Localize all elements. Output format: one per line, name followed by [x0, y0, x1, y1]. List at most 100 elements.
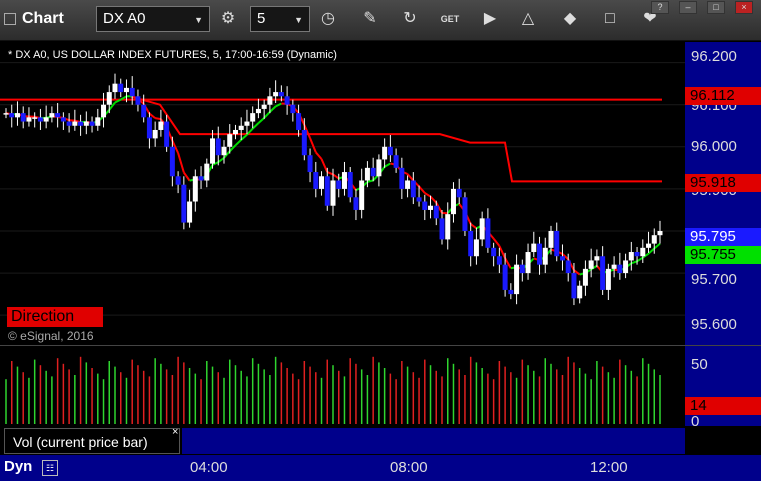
candle-body [101, 104, 107, 118]
candle-body [227, 134, 233, 147]
candle-body [192, 176, 198, 202]
volume-legend[interactable]: Vol (current price bar) [4, 428, 180, 454]
candle-body [646, 243, 652, 248]
candle-body [640, 247, 646, 257]
candle-body [267, 96, 273, 105]
candle-body [210, 138, 216, 164]
candle-body [181, 184, 187, 223]
get-icon[interactable]: GET [436, 6, 464, 32]
chevron-down-icon[interactable]: ▼ [294, 15, 303, 25]
candle-body [152, 129, 158, 139]
moving-average-segment [183, 171, 191, 182]
candle-body [347, 172, 353, 198]
candle-body [468, 230, 474, 257]
price-badge: 95.755 [685, 246, 761, 264]
candle-body [261, 104, 267, 109]
candle-body [301, 129, 307, 156]
candle-body [565, 260, 571, 274]
refresh-icon[interactable]: ↻ [396, 6, 424, 32]
candle-body [387, 146, 393, 156]
chart-window-icon [4, 12, 16, 25]
candle-body [479, 218, 485, 240]
chat-icon[interactable]: □ [596, 6, 624, 32]
interval-combobox[interactable]: 5 ▼ [250, 6, 310, 32]
moving-average-segment [177, 152, 185, 173]
candle-body [508, 289, 514, 295]
dynamic-mode-button[interactable]: Dyn [4, 458, 32, 475]
candle-body [651, 235, 657, 244]
moving-average-segment [470, 223, 478, 230]
pencil-icon[interactable]: ✎ [356, 6, 384, 32]
moving-average-segment [636, 256, 644, 263]
candle-body [20, 113, 26, 122]
candle-body [473, 239, 479, 257]
moving-average-segment [630, 260, 638, 265]
copyright: © eSignal, 2016 [8, 329, 94, 343]
moving-average-segment [367, 179, 374, 183]
candle-body [399, 167, 405, 189]
candle-body [278, 92, 284, 97]
candle-body [112, 83, 118, 93]
help-window-button[interactable]: ? [651, 1, 669, 14]
candle-body [353, 197, 359, 210]
moving-average-segment [234, 139, 242, 147]
chart-header: * DX A0, US DOLLAR INDEX FUTURES, 5, 17:… [8, 49, 337, 61]
moving-average-segment [492, 238, 501, 247]
candle-body [376, 159, 382, 177]
moving-average-segment [406, 173, 415, 182]
candle-body [37, 117, 43, 122]
interval-icon[interactable]: ◷ [314, 6, 342, 32]
symbol-combobox[interactable]: DX A0 ▼ [96, 6, 210, 32]
candle-body [514, 264, 520, 295]
volume-tick: 0 [691, 413, 700, 430]
price-badge: 95.795 [685, 228, 761, 246]
direction-label: Direction [7, 307, 103, 327]
candle-body [433, 205, 439, 219]
candle-body [485, 218, 491, 248]
price-tick: 95.700 [691, 271, 737, 288]
minimize-window-button[interactable]: – [679, 1, 697, 14]
candle-body [106, 92, 112, 105]
candle-body [123, 87, 129, 93]
time-tick: 04:00 [190, 459, 228, 476]
moving-average-segment [653, 242, 661, 250]
volume-scale[interactable]: 50 0 14 [685, 346, 761, 430]
moving-average-segment [154, 117, 162, 121]
price-scale[interactable]: 96.200 96.100 96.000 95.900 95.700 95.60… [685, 42, 761, 345]
candle-body [634, 252, 640, 257]
candle-body [118, 83, 124, 93]
candle-body [496, 256, 502, 265]
time-axis[interactable]: 04:00 08:00 12:00 [0, 455, 761, 481]
get-label: GET [440, 14, 460, 24]
candle-body [169, 146, 175, 177]
alert-icon[interactable]: △ [514, 6, 542, 32]
candle-body [319, 176, 325, 189]
close-window-button[interactable]: × [735, 1, 753, 14]
candle-body [554, 230, 560, 257]
chevron-down-icon[interactable]: ▼ [194, 15, 203, 25]
candle-body [158, 121, 164, 130]
candle-body [416, 197, 422, 202]
candle-body [456, 188, 462, 198]
candle-body [359, 180, 365, 210]
interval-value: 5 [257, 10, 266, 27]
candle-body [611, 264, 617, 269]
maximize-window-button[interactable]: □ [707, 1, 725, 14]
time-tick: 08:00 [390, 459, 428, 476]
moving-average-segment [269, 105, 277, 113]
price-chart-svg[interactable] [0, 42, 685, 345]
close-icon[interactable]: × [172, 426, 178, 438]
candle-body [43, 117, 49, 122]
volume-chart-svg[interactable] [0, 346, 685, 426]
price-chart[interactable] [0, 42, 685, 345]
candle-body [364, 167, 370, 181]
candle-body [83, 121, 89, 126]
candle-body [588, 260, 594, 269]
candle-body [95, 117, 101, 126]
play-icon[interactable]: ▶ [476, 6, 504, 32]
tag-icon[interactable]: ◆ [556, 6, 584, 32]
candle-body [72, 121, 78, 126]
moving-average-segment [384, 162, 391, 168]
link-icon[interactable]: ⚙ [214, 6, 242, 32]
settings-icon[interactable]: ☷ [42, 460, 58, 476]
